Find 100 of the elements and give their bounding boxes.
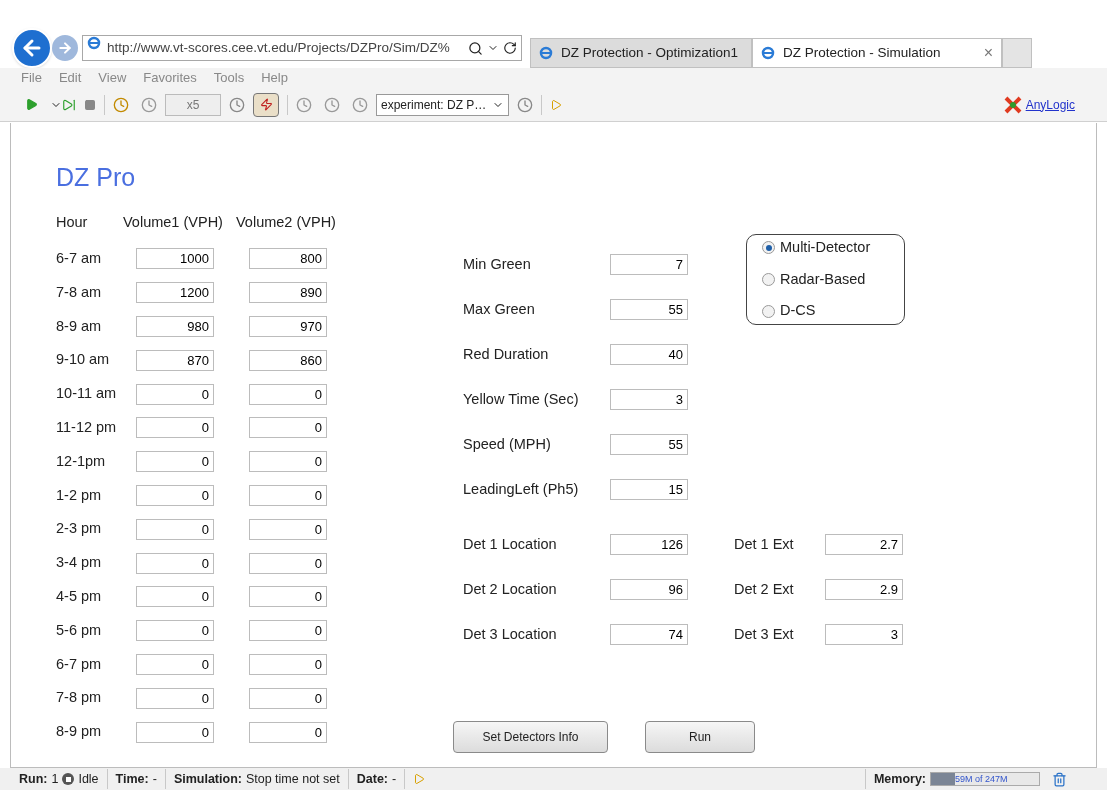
- number-field[interactable]: 2.9: [825, 579, 903, 600]
- field-label: Det 2 Location: [463, 579, 558, 599]
- status-value: Stop time not set: [245, 770, 340, 788]
- status-value: -: [392, 770, 397, 788]
- hour-label: 6-7 pm: [56, 654, 103, 674]
- volume-field[interactable]: 0: [136, 620, 214, 642]
- field-label: Det 1 Ext: [734, 534, 795, 554]
- number-field[interactable]: 3: [610, 389, 688, 410]
- volume-field[interactable]: 0: [136, 451, 214, 473]
- volume-field[interactable]: 0: [249, 383, 327, 405]
- volume-field[interactable]: 0: [249, 586, 327, 608]
- status-value: 1: [51, 770, 59, 788]
- status-label: Time:: [115, 770, 149, 788]
- number-field[interactable]: 3: [825, 624, 903, 645]
- volume-field[interactable]: 0: [136, 484, 214, 506]
- number-field[interactable]: 96: [610, 579, 688, 600]
- radio-button[interactable]: [762, 273, 775, 286]
- volume-field[interactable]: 980: [136, 316, 214, 337]
- hour-label: 1-2 pm: [56, 485, 103, 505]
- radio-button[interactable]: [762, 241, 775, 255]
- action-button[interactable]: Set Detectors Info: [453, 721, 608, 753]
- page-title: DZ Pro: [56, 165, 137, 190]
- hour-label: 8-9 pm: [56, 722, 103, 742]
- play-icon[interactable]: [413, 773, 426, 785]
- action-button[interactable]: Run: [645, 721, 755, 753]
- hour-label: 9-10 am: [56, 350, 111, 370]
- field-label: Det 3 Ext: [734, 624, 795, 644]
- clock-icon[interactable]: [324, 96, 340, 113]
- volume-field[interactable]: 0: [136, 586, 214, 608]
- field-label: Min Green: [463, 254, 532, 274]
- clock-icon[interactable]: [141, 96, 157, 113]
- column-header: Volume2 (VPH): [236, 213, 337, 233]
- arrow-right-icon: [57, 40, 73, 56]
- number-field[interactable]: 7: [610, 254, 688, 275]
- volume-field[interactable]: 0: [136, 518, 214, 540]
- brand-link[interactable]: AnyLogic: [1025, 95, 1075, 114]
- play-icon[interactable]: [550, 98, 562, 111]
- volume-field[interactable]: 0: [249, 484, 327, 506]
- volume-field[interactable]: 0: [136, 552, 214, 574]
- volume-field[interactable]: 0: [136, 687, 214, 709]
- volume-field[interactable]: 0: [136, 653, 214, 675]
- step-icon[interactable]: [62, 97, 76, 112]
- status-label: Simulation:: [173, 770, 242, 788]
- field-label: Speed (MPH): [463, 434, 552, 454]
- volume-field[interactable]: 0: [249, 552, 327, 574]
- clock-icon[interactable]: [352, 96, 368, 113]
- play-icon[interactable]: [25, 98, 38, 111]
- volume-field[interactable]: 0: [249, 687, 327, 709]
- forward-button[interactable]: [52, 35, 78, 61]
- volume-field[interactable]: 0: [249, 417, 327, 439]
- field-label: Det 2 Ext: [734, 579, 795, 599]
- hour-label: 12-1pm: [56, 451, 107, 471]
- browser-tab[interactable]: DZ Protection - Simulation ×: [752, 38, 1002, 68]
- volume-field[interactable]: 860: [249, 349, 327, 371]
- hour-label: 7-8 am: [56, 282, 103, 302]
- number-field[interactable]: 2.7: [825, 534, 903, 555]
- volume-field[interactable]: 0: [249, 653, 327, 675]
- fast-run-button[interactable]: [253, 92, 279, 117]
- radio-button[interactable]: [762, 304, 775, 318]
- volume-field[interactable]: 1000: [136, 248, 214, 270]
- clock-icon[interactable]: [229, 96, 245, 113]
- volume-field[interactable]: 0: [249, 721, 327, 743]
- browser-tab[interactable]: DZ Protection - Optimization1: [530, 38, 752, 68]
- status-value: Idle: [78, 770, 99, 788]
- number-field[interactable]: 126: [610, 534, 688, 555]
- refresh-icon[interactable]: [503, 41, 517, 55]
- experiment-dropdown[interactable]: experiment: DZ P…: [376, 93, 509, 116]
- volume-field[interactable]: 0: [249, 518, 327, 540]
- address-bar[interactable]: http://www.vt-scores.cee.vt.edu/Projects/DZPro/Sim/DZ%: [82, 35, 522, 61]
- back-button[interactable]: [12, 28, 52, 68]
- browser-logo-icon: [761, 46, 775, 60]
- volume-field[interactable]: 0: [136, 383, 214, 405]
- clock-icon[interactable]: [113, 96, 129, 113]
- number-field[interactable]: 40: [610, 344, 688, 365]
- browser-logo-icon: [539, 46, 553, 60]
- volume-field[interactable]: 0: [249, 451, 327, 473]
- close-tab-button[interactable]: ×: [983, 41, 993, 65]
- search-icon[interactable]: [468, 40, 483, 56]
- status-label: Run:: [19, 770, 48, 788]
- tab-title: DZ Protection - Simulation: [783, 43, 942, 62]
- brand-logo-icon: [1003, 95, 1022, 114]
- hour-label: 6-7 am: [56, 249, 103, 268]
- volume-field[interactable]: 800: [249, 248, 327, 270]
- trash-icon[interactable]: [1052, 771, 1067, 787]
- clock-icon[interactable]: [296, 96, 312, 113]
- volume-field[interactable]: 0: [249, 620, 327, 642]
- stop-icon[interactable]: [84, 98, 96, 111]
- volume-field[interactable]: 870: [136, 349, 214, 371]
- number-field[interactable]: 15: [610, 479, 688, 500]
- clock-icon[interactable]: [517, 96, 533, 113]
- number-field[interactable]: 55: [610, 299, 688, 320]
- volume-field[interactable]: 970: [249, 316, 327, 337]
- speed-field[interactable]: x5: [165, 93, 221, 116]
- volume-field[interactable]: 0: [136, 721, 214, 743]
- number-field[interactable]: 74: [610, 624, 688, 645]
- number-field[interactable]: 55: [610, 434, 688, 455]
- url-text: http://www.vt-scores.cee.vt.edu/Projects/DZPro/Sim/DZ%: [107, 38, 451, 57]
- volume-field[interactable]: 890: [249, 282, 327, 304]
- volume-field[interactable]: 1200: [136, 282, 214, 304]
- volume-field[interactable]: 0: [136, 417, 214, 439]
